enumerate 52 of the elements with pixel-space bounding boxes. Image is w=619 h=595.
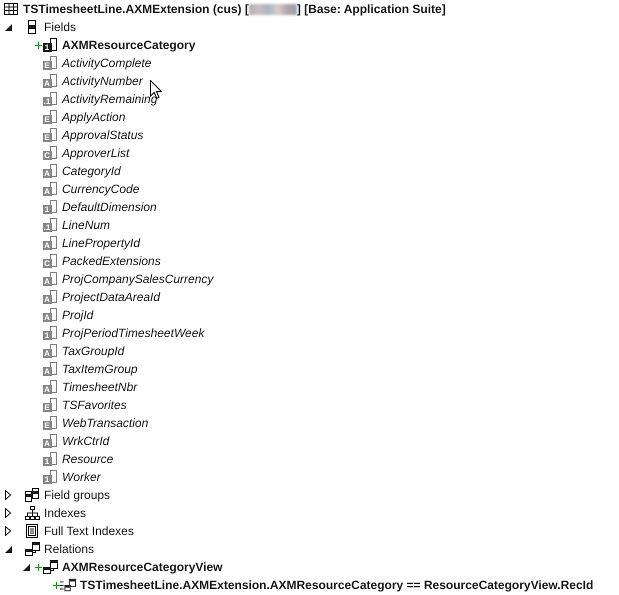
tree-item-label[interactable]: CategoryId xyxy=(61,164,122,178)
tree-item-label[interactable]: PackedExtensions xyxy=(61,254,162,268)
tree-item-label[interactable]: LineNum xyxy=(61,218,112,232)
fields-icon xyxy=(28,20,36,34)
relation-constraint-icon xyxy=(60,578,76,592)
tree-item-label[interactable]: Field groups xyxy=(43,488,112,502)
tree-item-label[interactable]: LinePropertyId xyxy=(61,236,142,250)
tree-item-label[interactable]: Full Text Indexes xyxy=(43,524,135,538)
collapsed-arrow-icon[interactable] xyxy=(5,526,11,536)
tree-item-label[interactable]: ProjCompanySalesCurrency xyxy=(61,272,214,286)
tree-item-label[interactable]: AXMResourceCategoryView xyxy=(61,560,224,574)
tree-item-label[interactable]: ProjectDataAreaId xyxy=(61,290,162,304)
tree-item-label[interactable]: ApproverList xyxy=(61,146,130,160)
tree-item-label[interactable]: WebTransaction xyxy=(61,416,150,430)
tree-item-label[interactable]: ActivityComplete xyxy=(61,56,152,70)
tree-item-label[interactable]: TimesheetNbr xyxy=(61,380,138,394)
tree-item-label[interactable]: ActivityRemaining xyxy=(61,92,158,106)
tree-item-label[interactable]: TaxItemGroup xyxy=(61,362,139,376)
added-plus-icon xyxy=(52,582,60,588)
tree-item-label[interactable]: TaxGroupId xyxy=(61,344,126,358)
tree-item-label[interactable]: ApplyAction xyxy=(61,110,126,124)
collapsed-arrow-icon[interactable] xyxy=(5,490,11,500)
relation-icon xyxy=(24,542,40,556)
tree-item-label[interactable]: AXMResourceCategory xyxy=(61,38,196,52)
tree-item-label[interactable]: DefaultDimension xyxy=(61,200,158,214)
expanded-arrow-icon[interactable] xyxy=(4,546,12,552)
added-plus-icon xyxy=(34,42,42,48)
redacted-block xyxy=(248,4,297,14)
tree-item-label[interactable]: ProjPeriodTimesheetWeek xyxy=(61,326,206,340)
tree-item-label[interactable]: Relations xyxy=(43,542,96,556)
table-icon xyxy=(4,3,18,15)
tree-item-label[interactable]: ApprovalStatus xyxy=(61,128,144,142)
tree-item-label[interactable]: TSFavorites xyxy=(61,398,128,412)
tree-item-label[interactable]: WrkCtrId xyxy=(61,434,110,448)
hierarchy-icon xyxy=(24,506,40,520)
tree-item-label[interactable]: Indexes xyxy=(43,506,88,520)
document-icon xyxy=(26,524,38,538)
tree-item-label[interactable]: Worker xyxy=(61,470,102,484)
window-title-suffix: ] [Base: Application Suite] xyxy=(296,2,446,16)
tree-item-label[interactable]: ActivityNumber xyxy=(61,74,144,88)
tree-item-label[interactable]: CurrencyCode xyxy=(61,182,140,196)
tree-item-label[interactable]: Fields xyxy=(43,20,78,34)
tree-item-label[interactable]: ProjId xyxy=(61,308,94,322)
field-groups-icon xyxy=(25,488,39,502)
collapsed-arrow-icon[interactable] xyxy=(5,508,11,518)
tree-item-label[interactable]: Resource xyxy=(61,452,114,466)
added-plus-icon xyxy=(34,564,42,570)
window-title: TSTimesheetLine.AXMExtension (cus) [ xyxy=(23,2,249,16)
expanded-arrow-icon[interactable] xyxy=(4,24,12,30)
relation-icon xyxy=(42,560,58,574)
expanded-arrow-icon[interactable] xyxy=(22,564,30,570)
tree-item-label[interactable]: TSTimesheetLine.AXMExtension.AXMResourceCategory == ResourceCategoryView.RecId xyxy=(79,578,594,592)
